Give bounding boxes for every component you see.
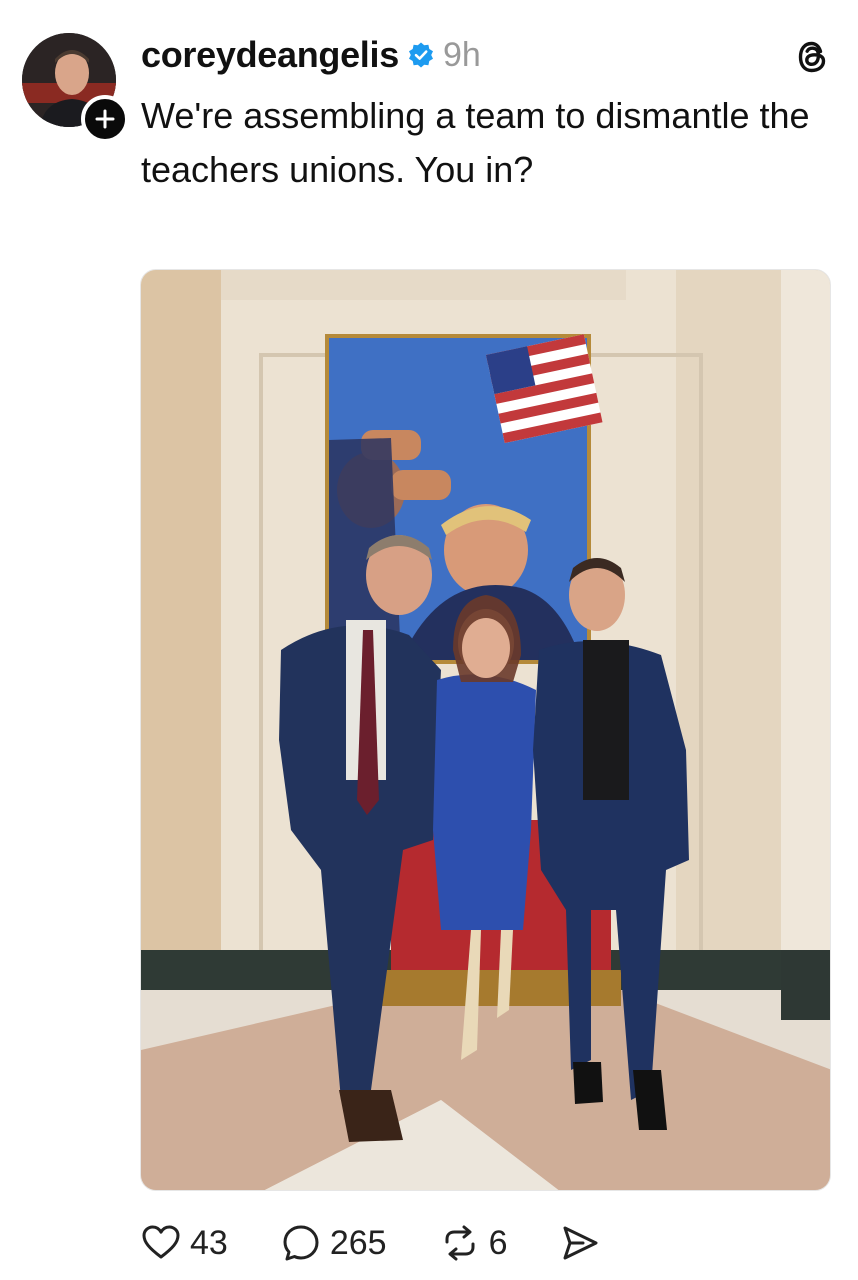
like-button[interactable]: 43 xyxy=(140,1222,228,1264)
send-icon xyxy=(563,1226,598,1260)
post-header: coreydeangelis 9h xyxy=(141,30,481,80)
share-button[interactable] xyxy=(559,1222,601,1264)
like-count: 43 xyxy=(190,1223,228,1262)
post-header-avatar[interactable] xyxy=(22,33,129,143)
repost-count: 6 xyxy=(488,1223,508,1262)
follow-button[interactable] xyxy=(81,95,129,143)
username[interactable]: coreydeangelis xyxy=(141,34,399,76)
post-text: We're assembling a team to dismantle the… xyxy=(141,95,810,190)
post-photo[interactable] xyxy=(140,269,831,1191)
repost-icon xyxy=(445,1225,475,1261)
heart-icon xyxy=(142,1225,180,1259)
post-actions: 43 265 6 xyxy=(140,1218,601,1268)
verified-badge-icon xyxy=(408,42,433,68)
reply-button[interactable]: 265 xyxy=(280,1222,387,1264)
repost-button[interactable]: 6 xyxy=(439,1222,508,1264)
plus-icon xyxy=(95,109,115,129)
post-photo-image xyxy=(141,270,830,1190)
comment-icon xyxy=(283,1225,319,1261)
post-timestamp: 9h xyxy=(442,35,481,74)
reply-count: 265 xyxy=(329,1223,387,1262)
threads-logo-icon[interactable] xyxy=(792,37,832,77)
